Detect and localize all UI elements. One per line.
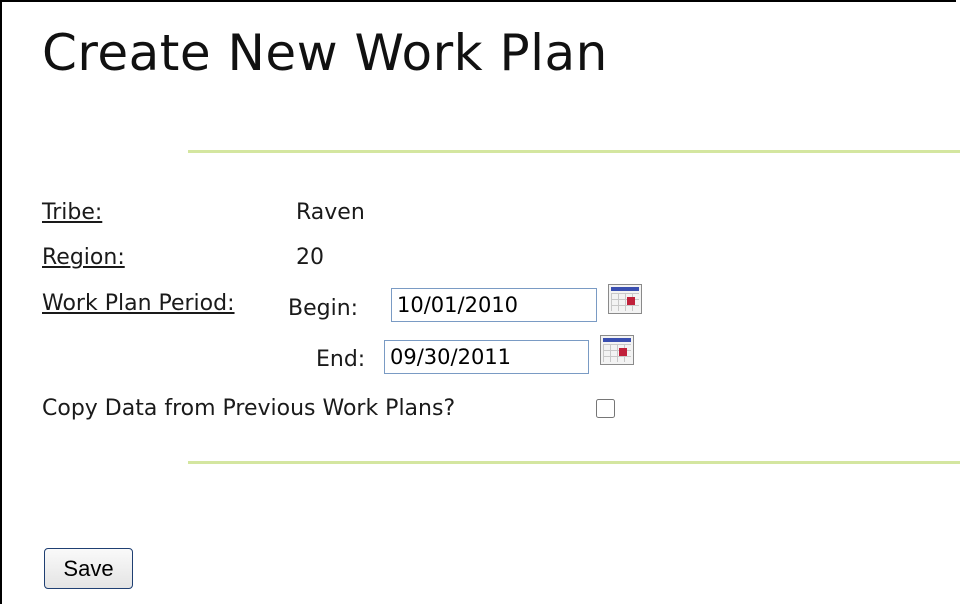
end-date-input[interactable] (384, 340, 589, 374)
copy-previous-label: Copy Data from Previous Work Plans? (42, 396, 456, 421)
begin-label: Begin: (288, 296, 359, 321)
page-title: Create New Work Plan (42, 24, 608, 82)
end-calendar-icon[interactable] (600, 335, 634, 365)
calendar-selected-day (627, 297, 635, 305)
divider-top (188, 150, 960, 153)
save-button[interactable]: Save (44, 548, 133, 589)
tribe-value: Raven (296, 200, 365, 225)
copy-previous-checkbox[interactable] (596, 399, 615, 418)
calendar-header-bar (611, 287, 639, 291)
begin-calendar-icon[interactable] (608, 284, 642, 314)
end-label: End: (316, 347, 366, 372)
region-value: 20 (296, 245, 324, 270)
begin-date-input[interactable] (391, 288, 597, 322)
work-plan-period-label: Work Plan Period: (42, 291, 235, 316)
region-label: Region: (42, 245, 125, 270)
tribe-label: Tribe: (42, 200, 103, 225)
divider-bottom (188, 461, 960, 464)
calendar-selected-day (619, 348, 627, 356)
calendar-header-bar (603, 338, 631, 342)
